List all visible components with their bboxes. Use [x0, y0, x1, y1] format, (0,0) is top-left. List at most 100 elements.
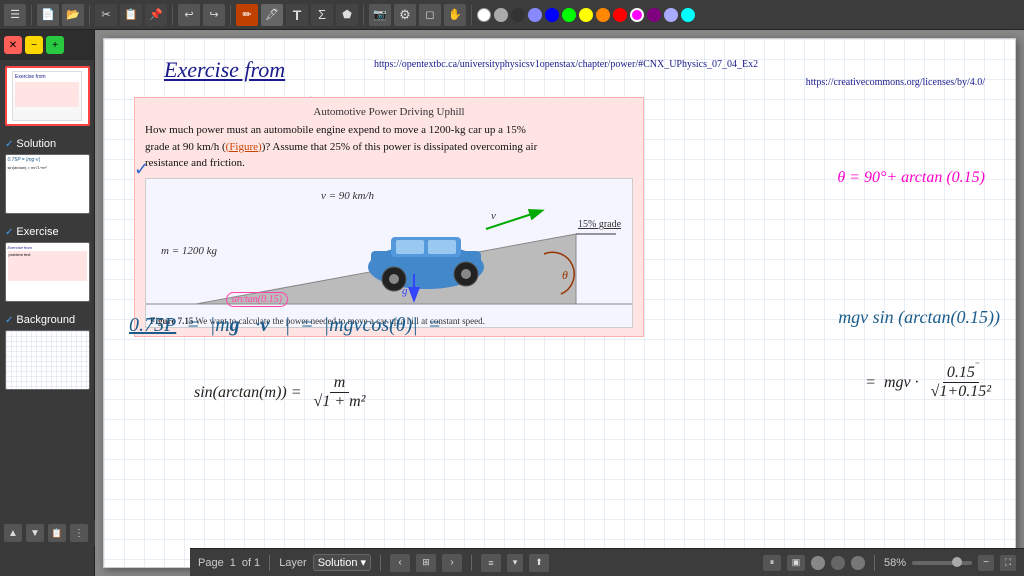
color-lavender[interactable]: [664, 8, 678, 22]
hand-icon[interactable]: ✋: [444, 4, 466, 26]
page-content: Exercise from https://opentextbc.ca/univ…: [104, 39, 1015, 567]
sidebar-menu-icon[interactable]: ⋮: [70, 524, 88, 542]
sidebar: ✕ − + Exercise from ✓ Solution: [0, 30, 95, 576]
color-white[interactable]: [477, 8, 491, 22]
zoom-slider[interactable]: [912, 561, 972, 565]
color-green[interactable]: [562, 8, 576, 22]
cc-url[interactable]: https://creativecommons.org/licenses/by/…: [806, 77, 985, 88]
sidebar-down-icon[interactable]: ▼: [26, 524, 44, 542]
camera-icon[interactable]: 📷: [369, 4, 391, 26]
paste-icon[interactable]: 📌: [145, 4, 167, 26]
color-black[interactable]: [511, 8, 525, 22]
solution-thumbnail[interactable]: 0.75P = |mg·v| sin(arctan) = m/√1+m²: [5, 154, 90, 214]
new-doc-icon[interactable]: 📄: [37, 4, 59, 26]
settings-icon[interactable]: ⚙: [394, 4, 416, 26]
pen2-icon[interactable]: 🖊: [261, 4, 283, 26]
background-check: ✓: [5, 315, 13, 326]
figure-link[interactable]: (Figure): [226, 141, 262, 153]
color-cyan[interactable]: [681, 8, 695, 22]
problem-title: Automotive Power Driving Uphill: [145, 106, 633, 118]
background-thumbnail[interactable]: [5, 330, 90, 390]
color-yellow[interactable]: [579, 8, 593, 22]
rect-icon[interactable]: ▣: [787, 555, 805, 571]
eq-equals1: =: [186, 314, 200, 337]
main-area: ✕ − + Exercise from ✓ Solution: [0, 30, 1024, 576]
eq-frac: m √1 + m²: [310, 374, 370, 411]
color-blue-light[interactable]: [528, 8, 542, 22]
exercise-title: Exercise from: [164, 57, 285, 83]
open-icon[interactable]: 📂: [62, 4, 84, 26]
svg-text:15% grade: 15% grade: [578, 219, 622, 230]
exercise-label-text: Exercise: [16, 226, 58, 238]
color-gray[interactable]: [494, 8, 508, 22]
minimize-button[interactable]: −: [25, 36, 43, 54]
page-number: 1: [230, 557, 236, 569]
car-diagram: θ v⃗ g⃗ m = 1200 kg v = 90 km/h 15%: [145, 178, 633, 328]
close-button[interactable]: ✕: [4, 36, 22, 54]
theta-equation: θ = 90°+ arctan (0.15): [837, 169, 985, 187]
eq-mgvsin: mgv sin (arctan(0.15)): [838, 307, 1000, 328]
svg-text:v = 90 km/h: v = 90 km/h: [321, 190, 374, 202]
problem-text2: grade at 90 km/h (: [145, 141, 226, 153]
color-magenta[interactable]: [630, 8, 644, 22]
nav-prev-button[interactable]: ‹: [390, 554, 410, 572]
exercise-check: ✓: [5, 227, 13, 238]
checkmark-annotation: ✓: [134, 159, 149, 180]
copy-icon[interactable]: 📋: [120, 4, 142, 26]
car-scene-svg: θ v⃗ g⃗ m = 1200 kg v = 90 km/h 15%: [146, 179, 633, 309]
export-icon[interactable]: ⬆: [529, 554, 549, 572]
svg-text:g⃗: g⃗: [402, 285, 416, 297]
nav-next-button[interactable]: ›: [442, 554, 462, 572]
shape-icon[interactable]: ⬟: [336, 4, 358, 26]
shape2-icon[interactable]: ◻: [419, 4, 441, 26]
eq-mgvcos: |mgvcos(θ)|: [324, 314, 418, 337]
page-thumbnail-active[interactable]: Exercise from: [5, 66, 90, 126]
eq-mgv-dot: mgv ·: [884, 374, 919, 392]
pen-icon[interactable]: ✏: [236, 4, 258, 26]
redo-icon[interactable]: ↪: [203, 4, 225, 26]
menu-icon[interactable]: ☰: [4, 4, 26, 26]
solution-check: ✓: [5, 139, 13, 150]
cut-icon[interactable]: ✂: [95, 4, 117, 26]
zoom-level: 58%: [884, 557, 906, 569]
sidebar-copy-icon[interactable]: 📋: [48, 524, 66, 542]
circle-status2-icon[interactable]: [831, 556, 845, 570]
dropdown2-icon[interactable]: ▾: [507, 554, 523, 572]
color-red[interactable]: [613, 8, 627, 22]
layers-icon[interactable]: ≡: [481, 554, 501, 572]
nav-page-icon[interactable]: ⊞: [416, 554, 436, 572]
sigma-icon[interactable]: Σ: [311, 4, 333, 26]
layer-dropdown[interactable]: Solution ▾: [313, 554, 371, 571]
svg-text:v⃗: v⃗: [491, 210, 504, 222]
undo-icon[interactable]: ↩: [178, 4, 200, 26]
equation-line1: 0.75P = |mg⃗·v⃗| = |mgvcos(θ)| =: [129, 314, 441, 337]
color-blue[interactable]: [545, 8, 559, 22]
zoom-handle: [952, 557, 962, 567]
sidebar-up-icon[interactable]: ▲: [4, 524, 22, 542]
exercise-thumbnail[interactable]: Exercise from problem text: [5, 242, 90, 302]
eq-equals2: =: [300, 314, 314, 337]
layer-solution-section: ✓ Solution 0.75P = |mg·v| sin(arctan) = …: [0, 132, 94, 220]
circle-status3-icon[interactable]: [851, 556, 865, 570]
canvas-area: Exercise from https://opentextbc.ca/univ…: [95, 30, 1024, 576]
eq-equals3: =: [428, 314, 442, 337]
zoom-out-icon[interactable]: −: [978, 555, 994, 571]
eq-frac-den: √1 + m²: [310, 393, 370, 411]
layer-name: Solution: [318, 557, 358, 569]
problem-text: How much power must an automobile engine…: [145, 122, 633, 172]
maximize-button[interactable]: +: [46, 36, 64, 54]
pause-icon[interactable]: ⏸: [763, 555, 781, 571]
text-icon[interactable]: T: [286, 4, 308, 26]
color-orange[interactable]: [596, 8, 610, 22]
problem-text1: How much power must an automobile engine…: [145, 124, 526, 136]
eq-frac-num: m: [330, 374, 350, 393]
circle-status-icon[interactable]: [811, 556, 825, 570]
color-purple[interactable]: [647, 8, 661, 22]
eq-equals4: =: [865, 374, 876, 392]
layer-exercise-label[interactable]: ✓ Exercise: [2, 224, 92, 240]
exercise-url[interactable]: https://opentextbc.ca/universityphysicsv…: [374, 59, 758, 70]
layer-background-label[interactable]: ✓ Background: [2, 312, 92, 328]
fullscreen-icon[interactable]: ⛶: [1000, 555, 1016, 571]
problem-box: Automotive Power Driving Uphill How much…: [134, 97, 644, 337]
layer-solution-label[interactable]: ✓ Solution: [2, 136, 92, 152]
